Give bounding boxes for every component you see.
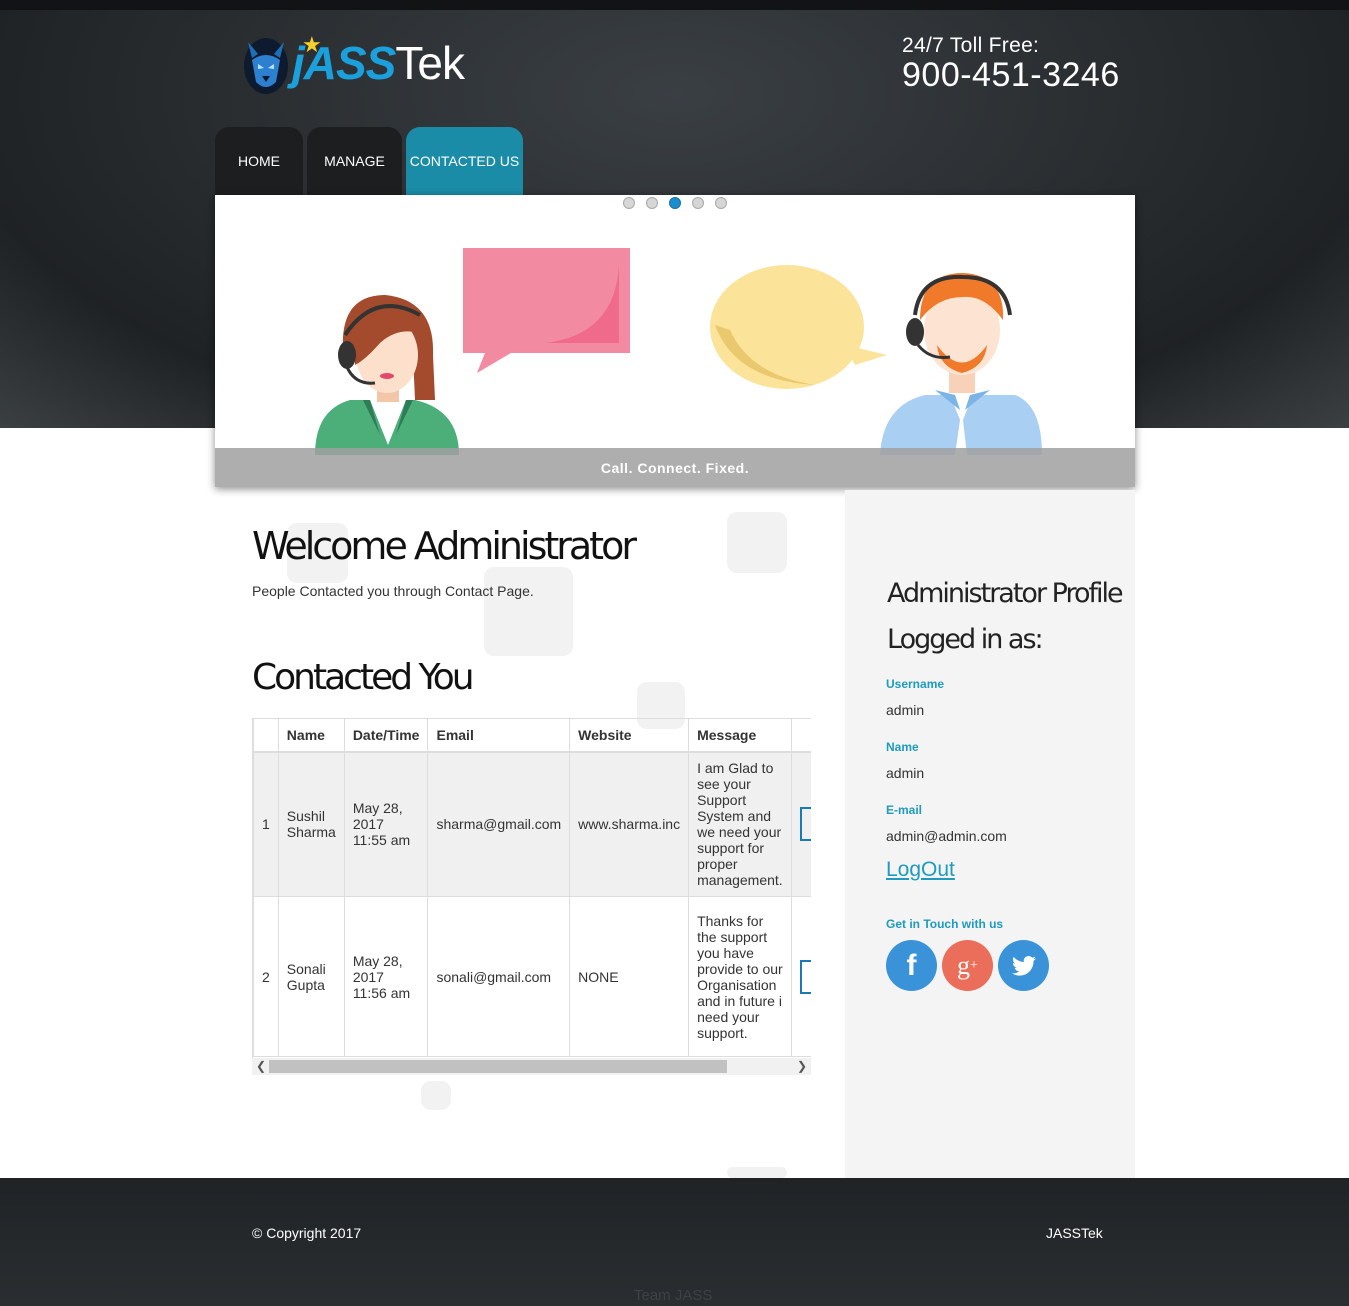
hero-slider: Call. Connect. Fixed.	[215, 195, 1135, 487]
table-row: 1 Sushil Sharma May 28, 2017 11:55 am sh…	[253, 751, 811, 897]
support-illustration	[315, 248, 1042, 455]
footer-brand: JASSTek	[1046, 1225, 1103, 1241]
row-index: 1	[253, 751, 279, 897]
row-datetime: May 28, 2017 11:55 am	[343, 751, 429, 897]
row-action-cell	[790, 751, 811, 897]
female-agent-illustration	[315, 295, 459, 455]
scrollbar-thumb[interactable]	[269, 1060, 727, 1073]
pink-speech-bubble	[463, 248, 630, 373]
scroll-left-arrow-icon[interactable]: ❮	[256, 1059, 266, 1073]
copyright-text: © Copyright 2017	[252, 1225, 362, 1241]
logo-text: jASSTek	[292, 36, 465, 90]
username-label: Username	[886, 677, 945, 691]
row-message: I am Glad to see your Support System and…	[688, 751, 792, 897]
site-footer: © Copyright 2017 JASSTek Team JASS	[0, 1178, 1349, 1306]
username-value: admin	[886, 702, 925, 718]
column-header-action	[790, 718, 811, 753]
row-email: sonali@gmail.com	[427, 896, 571, 1057]
row-action-cell	[790, 896, 811, 1057]
decorative-square	[484, 567, 573, 656]
twitter-icon[interactable]	[998, 940, 1049, 991]
team-credit: Team JASS	[634, 1287, 713, 1304]
table-horizontal-scrollbar[interactable]: ❮ ❯	[252, 1058, 811, 1075]
decorative-square	[727, 512, 787, 573]
column-header-website: Website	[569, 718, 690, 753]
column-header-datetime: Date/Time	[343, 718, 429, 753]
social-links: f g +	[886, 940, 1049, 991]
column-header-index	[253, 718, 279, 753]
logo-suffix: Tek	[395, 37, 465, 89]
facebook-icon[interactable]: f	[886, 940, 937, 991]
slider-dot[interactable]	[646, 197, 658, 209]
social-heading: Get in Touch with us	[886, 917, 1004, 931]
slider-pagination	[623, 197, 727, 209]
yellow-speech-bubble	[710, 265, 887, 389]
wolf-logo-icon	[244, 38, 288, 94]
main-nav: HOME MANAGE CONTACTED US	[215, 127, 523, 195]
contacts-table-container: Name Date/Time Email Website Message 1 S…	[252, 718, 811, 1058]
table-row: 2 Sonali Gupta May 28, 2017 11:56 am son…	[253, 896, 811, 1057]
toll-free-number: 900-451-3246	[902, 56, 1120, 94]
contacts-table: Name Date/Time Email Website Message 1 S…	[253, 718, 811, 1057]
email-value: admin@admin.com	[886, 828, 1007, 844]
row-index: 2	[253, 896, 279, 1057]
male-agent-illustration	[880, 273, 1042, 455]
decorative-square	[421, 1081, 451, 1110]
name-label: Name	[886, 740, 919, 754]
google-plus-icon[interactable]: g +	[942, 940, 993, 991]
site-logo[interactable]: ★ jASSTek	[240, 30, 520, 100]
nav-manage[interactable]: MANAGE	[307, 127, 402, 195]
table-header-row: Name Date/Time Email Website Message	[253, 718, 811, 753]
top-strip	[0, 0, 1349, 10]
toll-free-label: 24/7 Toll Free:	[902, 34, 1040, 57]
toll-free-block: 24/7 Toll Free: 900-451-3246	[902, 34, 1120, 95]
scroll-right-arrow-icon[interactable]: ❯	[797, 1059, 807, 1073]
row-email: sharma@gmail.com	[427, 751, 571, 897]
nav-contacted-us[interactable]: CONTACTED US	[406, 127, 523, 195]
slider-dot[interactable]	[715, 197, 727, 209]
name-value: admin	[886, 765, 925, 781]
contacted-heading: Contacted You	[252, 657, 475, 698]
twitter-bird-glyph	[1011, 955, 1036, 976]
slider-dot[interactable]	[692, 197, 704, 209]
row-website: NONE	[569, 896, 690, 1057]
nav-home[interactable]: HOME	[215, 127, 303, 195]
column-header-message: Message	[688, 718, 792, 753]
row-message: Thanks for the support you have provide …	[688, 896, 792, 1057]
email-label: E-mail	[886, 803, 923, 817]
welcome-heading: Welcome Administrator	[252, 524, 637, 568]
slider-dot-active[interactable]	[669, 197, 681, 209]
logo-prefix: jASS	[292, 37, 396, 89]
decorative-square	[727, 1167, 787, 1178]
profile-title: Administrator Profile	[887, 578, 1124, 609]
profile-sidebar: Administrator Profile Logged in as: User…	[845, 490, 1135, 1178]
slider-dot[interactable]	[623, 197, 635, 209]
slider-caption: Call. Connect. Fixed.	[215, 448, 1135, 487]
row-datetime: May 28, 2017 11:56 am	[343, 896, 429, 1057]
row-name: Sushil Sharma	[277, 751, 345, 897]
row-website: www.sharma.inc	[569, 751, 690, 897]
welcome-subtitle: People Contacted you through Contact Pag…	[252, 583, 534, 599]
logged-in-title: Logged in as:	[887, 624, 1044, 655]
row-action-button[interactable]	[799, 959, 811, 994]
logout-link[interactable]: LogOut	[886, 858, 955, 882]
column-header-email: Email	[427, 718, 571, 753]
row-action-button[interactable]	[799, 807, 811, 842]
column-header-name: Name	[277, 718, 345, 753]
row-name: Sonali Gupta	[277, 896, 345, 1057]
